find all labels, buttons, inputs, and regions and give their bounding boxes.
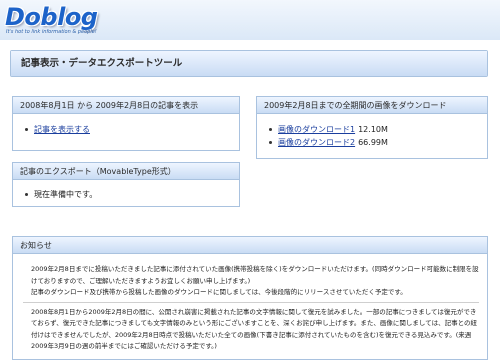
notice-paragraph-3: 2008年8月1日から2009年2月8日の間に、公開され崩害に掲載された記事の文…	[31, 307, 478, 351]
notice-panel-title: お知らせ	[13, 237, 487, 254]
image-download-2-size: 66.99M	[358, 138, 388, 147]
list-item: 記事を表示する	[13, 123, 239, 136]
images-panel: 2009年2月8日までの全期間の画像をダウンロード 画像のダウンロード1 12.1…	[256, 96, 488, 159]
export-panel: 記事のエクスポート（MovableType形式） 現在準備中です。	[12, 162, 240, 207]
show-articles-link[interactable]: 記事を表示する	[34, 125, 90, 134]
articles-panel: 2008年8月1日 から 2009年2月8日の記事を表示 記事を表示する	[12, 96, 240, 151]
articles-list: 記事を表示する	[13, 123, 239, 136]
notice-divider	[23, 301, 479, 303]
logo-tagline: It's hot to link information & people!	[6, 29, 97, 35]
image-download-list: 画像のダウンロード1 12.10M 画像のダウンロード2 66.99M	[257, 123, 487, 149]
doblog-logo[interactable]: Doblog	[5, 3, 98, 31]
page-title: 記事表示・データエクスポートツール	[11, 51, 487, 76]
export-panel-title: 記事のエクスポート（MovableType形式）	[13, 163, 239, 180]
header-bar: Doblog It's hot to link information & pe…	[0, 0, 500, 40]
image-download-2-link[interactable]: 画像のダウンロード2	[278, 138, 355, 147]
export-status: 現在準備中です。	[13, 188, 239, 201]
list-item: 画像のダウンロード2 66.99M	[257, 136, 487, 149]
notice-panel: お知らせ 2009年2月8日までに投稿いただきました記事に添付されていた画像(携…	[12, 236, 488, 360]
images-panel-title: 2009年2月8日までの全期間の画像をダウンロード	[257, 97, 487, 114]
page-title-panel: 記事表示・データエクスポートツール	[10, 50, 488, 77]
notice-paragraph-1: 2009年2月8日までに投稿いただきました記事に添付されていた画像(携帯投稿を除…	[31, 265, 479, 285]
image-download-1-link[interactable]: 画像のダウンロード1	[278, 125, 355, 134]
notice-paragraph-2: 記事のダウンロード及び携帯から投稿した画像のダウンロードに関しましては、今後段階…	[31, 288, 407, 296]
articles-panel-title: 2008年8月1日 から 2009年2月8日の記事を表示	[13, 97, 239, 114]
image-download-1-size: 12.10M	[358, 125, 388, 134]
export-list: 現在準備中です。	[13, 188, 239, 201]
list-item: 画像のダウンロード1 12.10M	[257, 123, 487, 136]
notice-body: 2009年2月8日までに投稿いただきました記事に添付されていた画像(携帯投稿を除…	[13, 254, 487, 353]
